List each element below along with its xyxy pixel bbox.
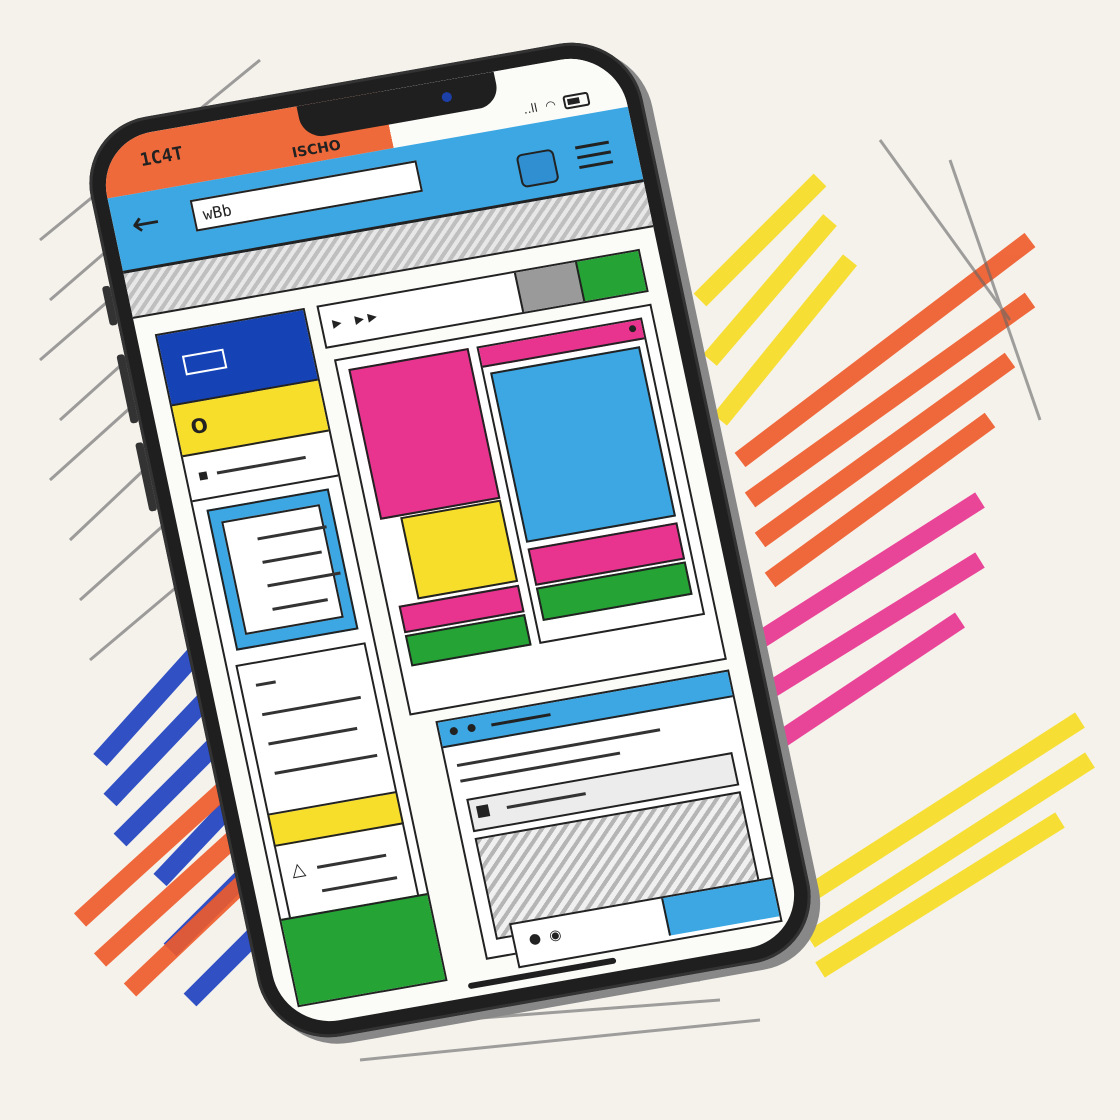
sidebar-card[interactable] (206, 488, 359, 651)
carrier-label: 1C4T (138, 142, 186, 172)
menu-icon[interactable] (574, 140, 615, 176)
text-line (321, 876, 398, 893)
text-line (257, 525, 327, 541)
tile-grid (333, 303, 727, 716)
card-content (221, 504, 344, 635)
wifi-icon: ◠ (543, 97, 558, 113)
text-line (506, 792, 587, 809)
text-line (272, 598, 329, 611)
text-line (262, 550, 322, 564)
dot-icon (628, 324, 637, 333)
window-dot-icon[interactable] (449, 726, 459, 736)
front-camera (440, 91, 453, 103)
signal-icon: ..ll (521, 100, 539, 117)
field-icon (475, 804, 491, 819)
text-line (274, 753, 378, 775)
title-line (491, 713, 551, 727)
text-line (255, 680, 276, 687)
tile-pink[interactable] (348, 347, 501, 520)
document-block[interactable] (235, 642, 398, 816)
bullet-icon (198, 471, 209, 481)
text-line (261, 695, 362, 717)
tabs-icon[interactable] (515, 148, 560, 189)
nav-button-green[interactable] (574, 251, 647, 302)
circle-icon: O (188, 412, 211, 440)
bottom-dots-icon[interactable]: ● ◉ (527, 926, 565, 948)
text-line (268, 726, 358, 746)
battery-icon (562, 91, 591, 110)
play-arrows-icon[interactable]: ▸ ▸▸ (330, 305, 382, 334)
text-line (216, 455, 306, 475)
window-dot-icon[interactable] (466, 723, 477, 733)
tile-yellow[interactable] (400, 499, 519, 600)
status-icons: ..ll ◠ (521, 91, 591, 117)
text-line (267, 571, 341, 588)
text-line (316, 853, 387, 869)
triangle-icon: △ (289, 858, 308, 882)
nav-button-gray[interactable] (513, 262, 584, 313)
preview-image (490, 346, 677, 543)
header-chip (181, 348, 228, 376)
back-arrow-icon[interactable]: ← (128, 201, 164, 245)
